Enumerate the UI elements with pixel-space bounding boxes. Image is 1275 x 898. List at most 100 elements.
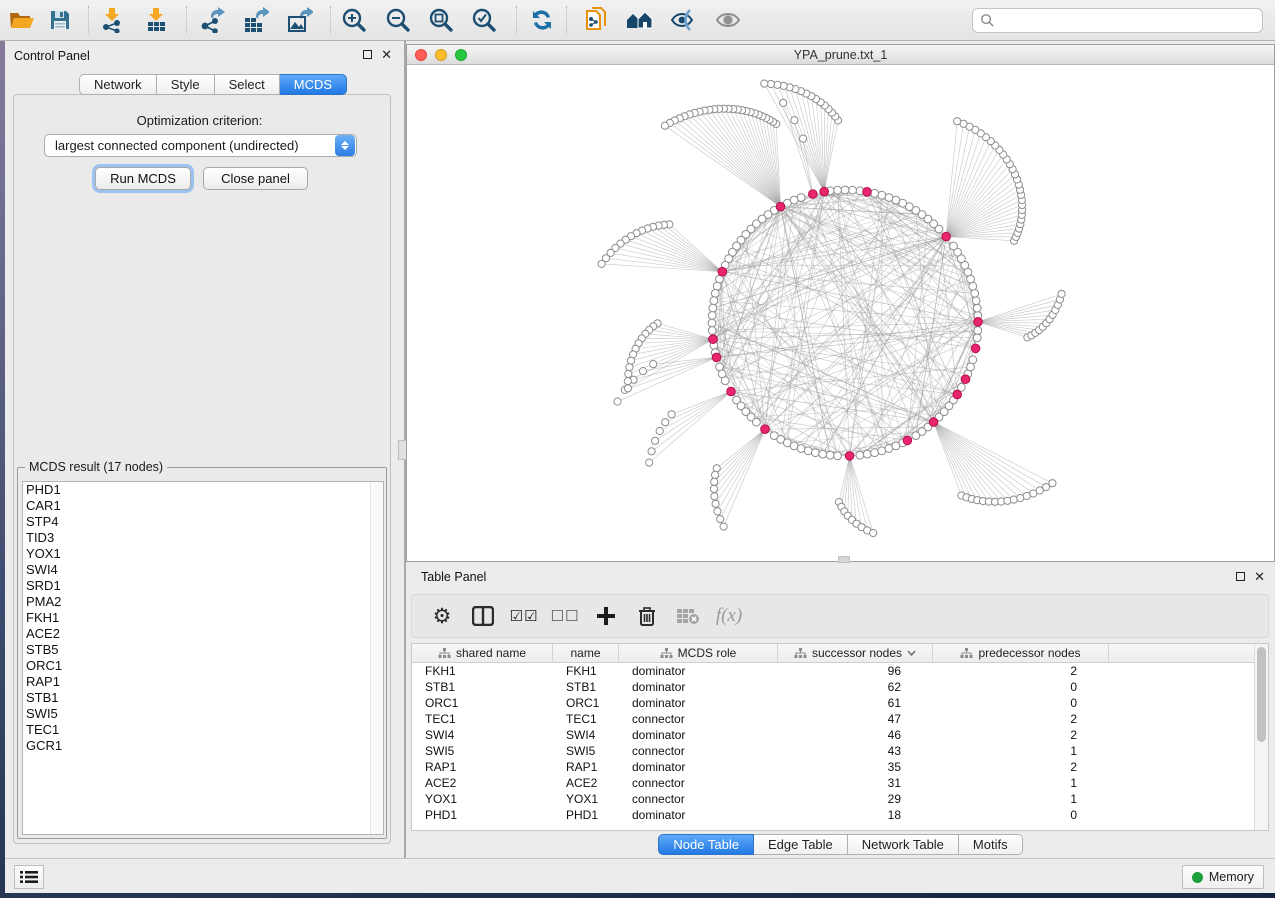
column-header-name[interactable]: name xyxy=(553,644,619,662)
search-field[interactable] xyxy=(972,8,1263,33)
mcds-list-scrollbar[interactable] xyxy=(370,482,383,834)
panel-menu-button[interactable] xyxy=(14,865,44,889)
table-row[interactable]: SWI5SWI5connector431 xyxy=(412,743,1255,759)
delete-column-icon[interactable] xyxy=(635,604,659,628)
mcds-result-item[interactable]: FKH1 xyxy=(23,610,383,626)
run-mcds-button[interactable]: Run MCDS xyxy=(95,167,191,190)
mcds-result-item[interactable]: STB1 xyxy=(23,690,383,706)
memory-status-icon xyxy=(1192,872,1203,883)
cell-successor-nodes: 46 xyxy=(778,728,933,742)
import-network-button[interactable] xyxy=(96,5,128,35)
cell-successor-nodes: 47 xyxy=(778,712,933,726)
cell-successor-nodes: 18 xyxy=(778,808,933,822)
mcds-result-item[interactable]: STB5 xyxy=(23,642,383,658)
save-session-button[interactable] xyxy=(44,5,76,35)
deselect-all-columns-icon[interactable]: ☐☐ xyxy=(553,604,577,628)
control-tab-select[interactable]: Select xyxy=(215,74,280,95)
table-row[interactable]: ORC1ORC1dominator610 xyxy=(412,695,1255,711)
table-row[interactable]: STB1STB1dominator620 xyxy=(412,679,1255,695)
export-image-button[interactable] xyxy=(284,5,316,35)
table-row[interactable]: YOX1YOX1connector291 xyxy=(412,791,1255,807)
table-row[interactable]: FKH1FKH1dominator962 xyxy=(412,663,1255,679)
mcds-result-item[interactable]: ACE2 xyxy=(23,626,383,642)
show-all-button[interactable] xyxy=(712,5,744,35)
search-input[interactable] xyxy=(995,14,1262,28)
control-tab-network[interactable]: Network xyxy=(79,74,157,95)
cell-shared-name: ORC1 xyxy=(412,696,553,710)
mcds-result-list[interactable]: PHD1CAR1STP4TID3YOX1SWI4SRD1PMA2FKH1ACE2… xyxy=(22,481,384,835)
cell-successor-nodes: 43 xyxy=(778,744,933,758)
mcds-result-item[interactable]: RAP1 xyxy=(23,674,383,690)
first-neighbors-button[interactable] xyxy=(624,5,656,35)
network-canvas[interactable] xyxy=(407,65,1274,561)
close-panel-icon[interactable]: ✕ xyxy=(381,50,392,59)
optimization-criterion-select[interactable]: largest connected component (undirected) xyxy=(44,134,357,157)
toolbar-separator xyxy=(88,6,89,34)
import-table-button[interactable] xyxy=(140,5,172,35)
control-panel-title: Control Panel xyxy=(14,49,90,63)
zoom-fit-button[interactable] xyxy=(425,5,457,35)
table-row[interactable]: RAP1RAP1dominator352 xyxy=(412,759,1255,775)
table-row[interactable]: PHD1PHD1dominator180 xyxy=(412,807,1255,823)
export-network-button[interactable] xyxy=(196,5,228,35)
mcds-result-item[interactable]: SWI4 xyxy=(23,562,383,578)
hide-selected-button[interactable] xyxy=(668,5,700,35)
mcds-result-item[interactable]: CAR1 xyxy=(23,498,383,514)
cell-MCDS-role: dominator xyxy=(619,728,778,742)
cell-shared-name: FKH1 xyxy=(412,664,553,678)
column-type-icon xyxy=(794,648,807,659)
horizontal-splitter-handle[interactable] xyxy=(838,556,850,563)
table-tab-network-table[interactable]: Network Table xyxy=(848,834,959,855)
mcds-result-item[interactable]: GCR1 xyxy=(23,738,383,754)
float-panel-icon[interactable] xyxy=(1236,572,1245,581)
mcds-result-item[interactable]: SRD1 xyxy=(23,578,383,594)
cell-MCDS-role: dominator xyxy=(619,696,778,710)
zoom-out-button[interactable] xyxy=(382,5,414,35)
mcds-result-item[interactable]: TEC1 xyxy=(23,722,383,738)
cell-name: PHD1 xyxy=(553,808,619,822)
add-column-icon[interactable] xyxy=(594,604,618,628)
split-columns-icon[interactable] xyxy=(471,604,495,628)
mcds-result-item[interactable]: YOX1 xyxy=(23,546,383,562)
memory-button[interactable]: Memory xyxy=(1182,865,1264,889)
control-tab-style[interactable]: Style xyxy=(157,74,215,95)
float-panel-icon[interactable] xyxy=(363,50,372,59)
column-header-successor-nodes[interactable]: successor nodes xyxy=(778,644,933,662)
mcds-result-item[interactable]: TID3 xyxy=(23,530,383,546)
table-row[interactable]: ACE2ACE2connector311 xyxy=(412,775,1255,791)
close-panel-icon[interactable]: ✕ xyxy=(1254,572,1265,581)
open-file-button[interactable] xyxy=(6,5,38,35)
gear-icon[interactable]: ⚙ xyxy=(430,604,454,628)
select-stepper-icon xyxy=(335,135,355,156)
cell-MCDS-role: dominator xyxy=(619,664,778,678)
control-tab-mcds[interactable]: MCDS xyxy=(280,74,347,95)
table-tab-edge-table[interactable]: Edge Table xyxy=(754,834,848,855)
column-header-predecessor-nodes[interactable]: predecessor nodes xyxy=(933,644,1109,662)
table-tab-motifs[interactable]: Motifs xyxy=(959,834,1023,855)
network-graph xyxy=(407,65,1274,561)
refresh-button[interactable] xyxy=(526,5,558,35)
close-panel-button[interactable]: Close panel xyxy=(203,167,308,190)
column-header-MCDS-role[interactable]: MCDS role xyxy=(619,644,778,662)
network-view-window: YPA_prune.txt_1 xyxy=(406,44,1275,562)
zoom-in-button[interactable] xyxy=(338,5,370,35)
clone-network-button[interactable] xyxy=(580,5,612,35)
table-row[interactable]: SWI4SWI4dominator462 xyxy=(412,727,1255,743)
table-scrollbar[interactable] xyxy=(1254,644,1268,830)
cell-predecessor-nodes: 0 xyxy=(933,680,1109,694)
table-scrollbar-thumb[interactable] xyxy=(1257,647,1266,742)
mcds-result-item[interactable]: STP4 xyxy=(23,514,383,530)
mcds-result-item[interactable]: ORC1 xyxy=(23,658,383,674)
mcds-result-item[interactable]: SWI5 xyxy=(23,706,383,722)
table-tab-node-table[interactable]: Node Table xyxy=(658,834,754,855)
network-window-titlebar[interactable]: YPA_prune.txt_1 xyxy=(407,45,1274,65)
table-row[interactable]: TEC1TEC1connector472 xyxy=(412,711,1255,727)
zoom-selected-button[interactable] xyxy=(468,5,500,35)
select-all-columns-icon[interactable]: ☑☑ xyxy=(512,604,536,628)
column-header-shared-name[interactable]: shared name xyxy=(412,644,553,662)
mcds-result-item[interactable]: PHD1 xyxy=(23,482,383,498)
refresh-icon xyxy=(529,7,555,33)
export-table-button[interactable] xyxy=(240,5,272,35)
mcds-result-item[interactable]: PMA2 xyxy=(23,594,383,610)
save-icon xyxy=(49,9,71,31)
